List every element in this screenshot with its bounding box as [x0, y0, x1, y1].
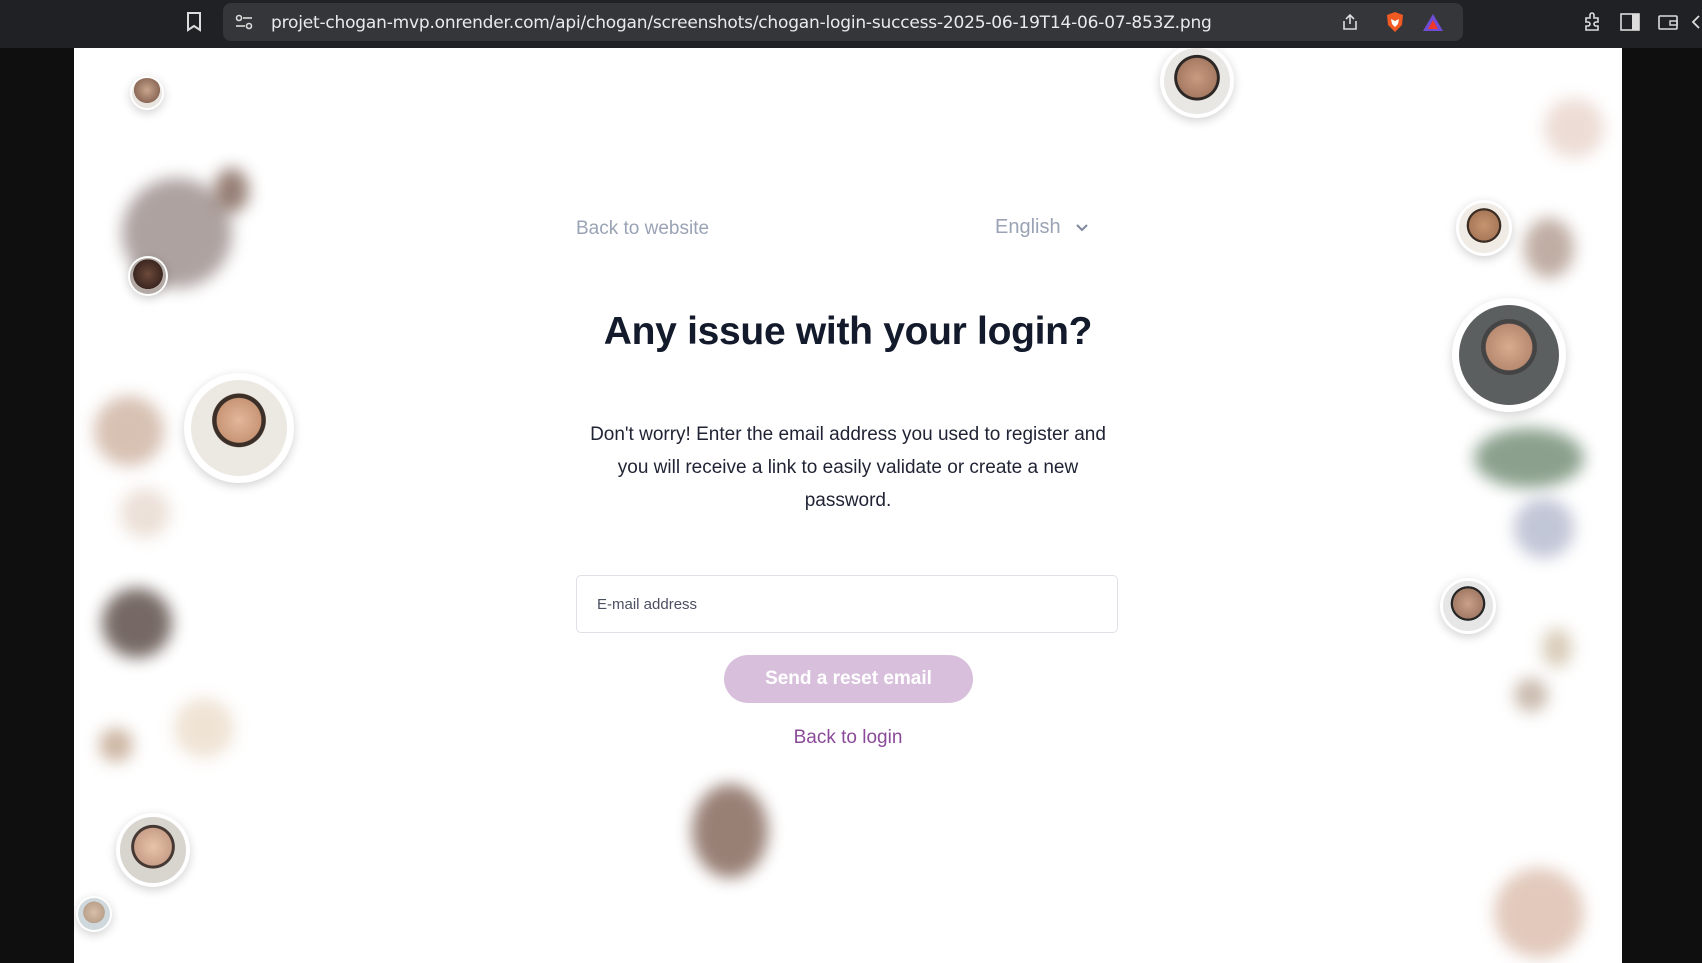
blurred-avatar: [1494, 868, 1584, 958]
share-icon[interactable]: [1339, 11, 1361, 33]
avatar: [1456, 200, 1512, 256]
blurred-avatar: [214, 168, 249, 213]
site-settings-icon[interactable]: [233, 11, 255, 33]
avatar: [116, 813, 190, 887]
viewer-background-left: [0, 48, 74, 963]
avatar: [1440, 578, 1496, 634]
wallet-icon[interactable]: [1656, 10, 1680, 34]
brave-rewards-icon[interactable]: [1421, 10, 1445, 34]
send-reset-email-button[interactable]: Send a reset email: [724, 655, 973, 703]
browser-toolbar: projet-chogan-mvp.onrender.com/api/choga…: [0, 0, 1702, 48]
back-to-website-link[interactable]: Back to website: [576, 218, 709, 240]
back-to-login-link[interactable]: Back to login: [576, 727, 1120, 749]
chevron-down-icon: [1075, 223, 1088, 231]
address-bar[interactable]: projet-chogan-mvp.onrender.com/api/choga…: [223, 3, 1463, 41]
extensions-icon[interactable]: [1580, 10, 1604, 34]
blurred-avatar: [102, 588, 172, 658]
blurred-avatar: [1514, 498, 1574, 558]
sidebar-icon[interactable]: [1618, 10, 1642, 34]
login-recovery-page: Back to website English Any issue with y…: [74, 48, 1622, 963]
viewer-background-right: [1622, 48, 1702, 963]
avatar: [130, 76, 164, 110]
url-text[interactable]: projet-chogan-mvp.onrender.com/api/choga…: [271, 13, 1212, 33]
menu-chevron-icon[interactable]: [1690, 10, 1702, 34]
blurred-avatar: [99, 728, 133, 762]
avatar: [1160, 48, 1234, 118]
avatar: [1452, 298, 1566, 412]
page-title: Any issue with your login?: [603, 310, 1093, 353]
blurred-avatar: [1524, 218, 1574, 278]
blurred-avatar: [174, 698, 234, 758]
language-selector[interactable]: English: [995, 216, 1089, 239]
blurred-avatar: [1542, 628, 1572, 668]
blurred-avatar: [1474, 428, 1584, 488]
blurred-avatar: [120, 488, 170, 538]
page-description: Don't worry! Enter the email address you…: [590, 424, 1106, 511]
email-field[interactable]: [576, 575, 1118, 633]
avatar: [184, 373, 294, 483]
blurred-avatar: [1544, 98, 1604, 158]
blurred-avatar: [94, 396, 164, 466]
bookmark-icon[interactable]: [182, 10, 206, 34]
blurred-avatar: [692, 784, 768, 878]
brave-shields-icon[interactable]: [1383, 10, 1407, 34]
blurred-avatar: [1514, 678, 1548, 712]
avatar: [128, 256, 168, 296]
avatar: [76, 896, 112, 932]
language-label: English: [995, 216, 1061, 238]
